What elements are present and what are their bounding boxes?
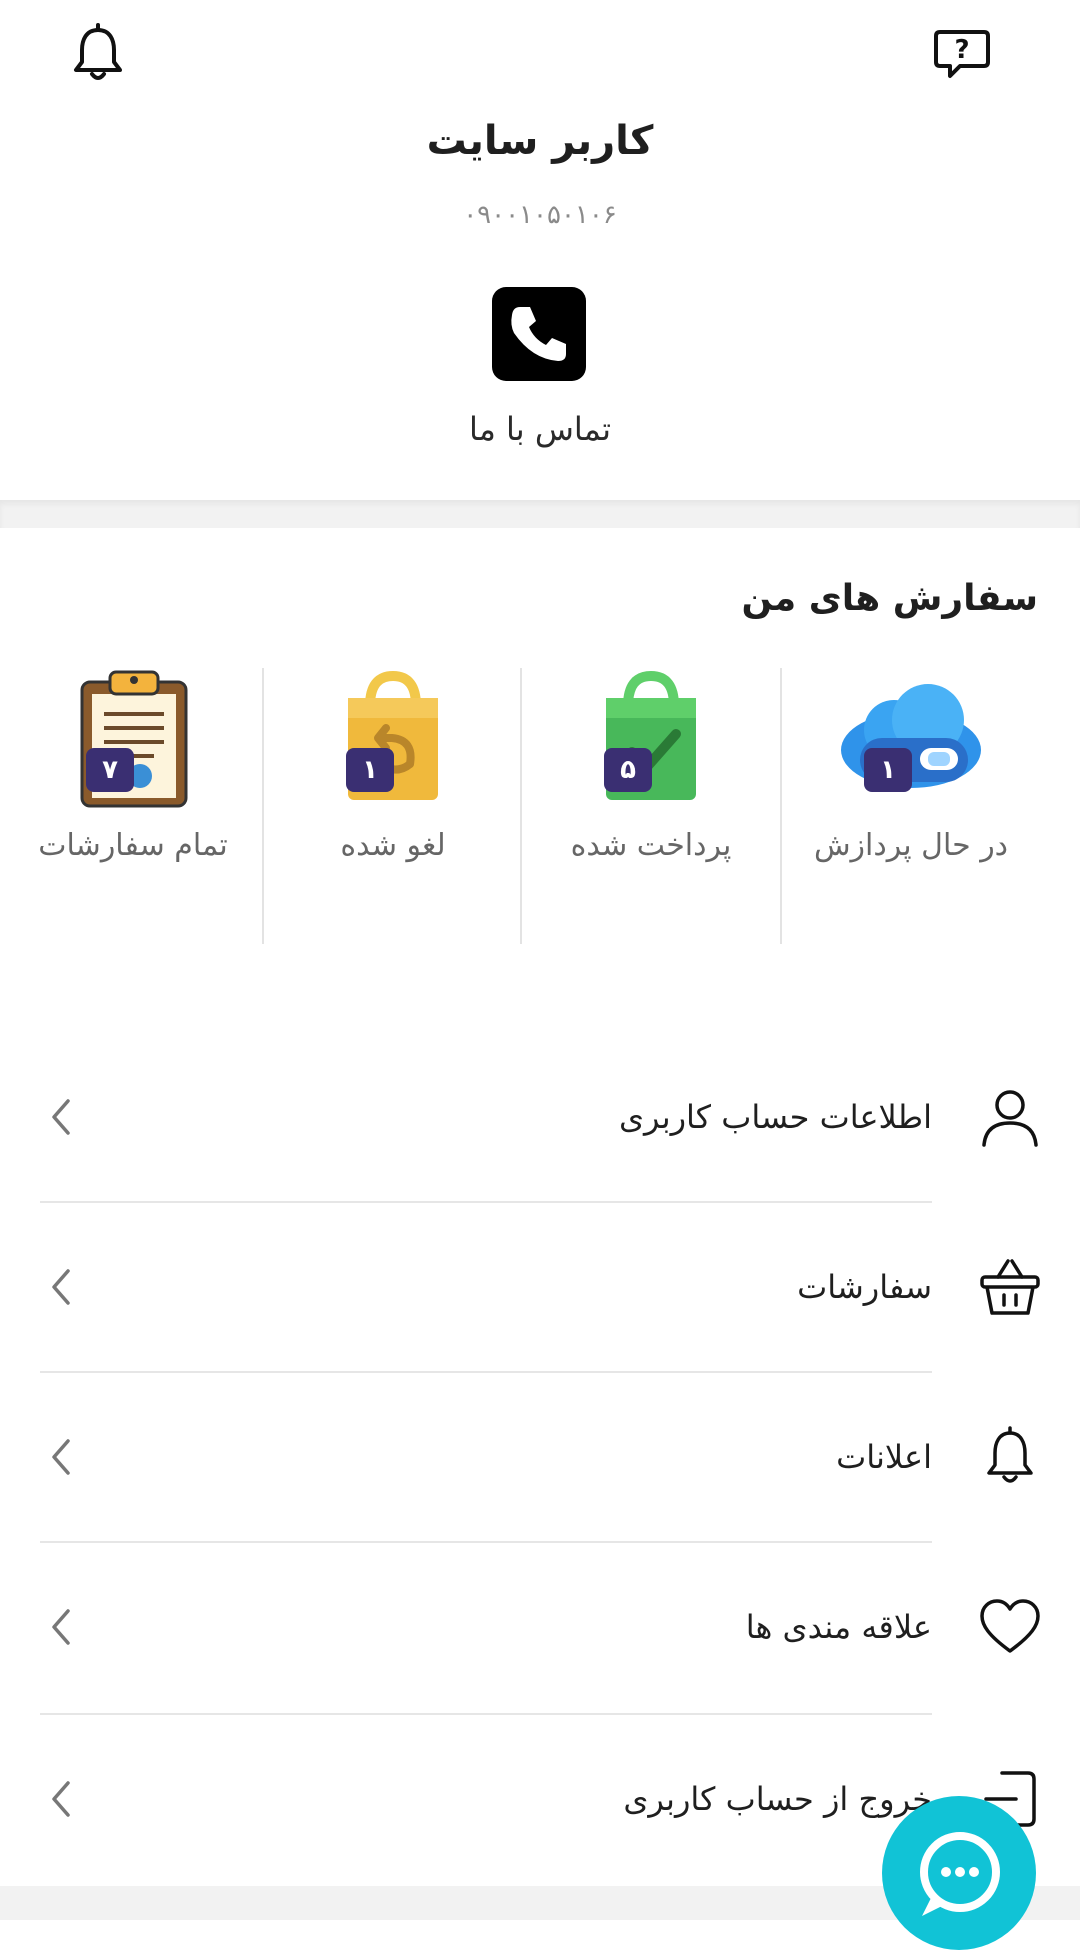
- basket-icon: [980, 1259, 1040, 1315]
- order-count-badge: ۱: [864, 748, 912, 792]
- order-status-canceled[interactable]: ۱ لغو شده: [264, 668, 522, 944]
- chevron-left-icon: [52, 1609, 70, 1645]
- chevron-left-icon: [52, 1269, 70, 1305]
- help-button[interactable]: ?: [930, 22, 994, 86]
- svg-text:?: ?: [954, 35, 969, 65]
- chevron-left-icon: [52, 1439, 70, 1475]
- order-status-all[interactable]: ۷ تمام سفارشات: [4, 668, 262, 944]
- user-icon: [982, 1090, 1038, 1147]
- order-separator: [262, 668, 264, 944]
- profile-phone: ۰۹۰۰۱۰۵۰۱۰۶: [463, 200, 617, 230]
- contact-us-button[interactable]: [492, 287, 586, 381]
- section-divider: [0, 500, 1080, 528]
- menu-item-favorites[interactable]: علاقه مندی ها: [0, 1542, 1080, 1712]
- chevron-left-icon: [52, 1781, 70, 1817]
- order-status-label: در حال پردازش: [813, 828, 1009, 863]
- order-count-badge: ۷: [86, 748, 134, 792]
- heart-icon: [980, 1599, 1040, 1653]
- order-status-paid[interactable]: ۵ پرداخت شده: [522, 668, 780, 944]
- order-separator: [780, 668, 782, 944]
- order-count-badge: ۱: [346, 748, 394, 792]
- chat-support-button[interactable]: [882, 1796, 1036, 1950]
- bell-icon: [74, 23, 122, 80]
- bell-icon: [987, 1426, 1033, 1483]
- menu-item-label: سفارشات: [797, 1268, 932, 1306]
- menu-item-notifications[interactable]: اعلانات: [0, 1372, 1080, 1542]
- menu-item-account-info[interactable]: اطلاعات حساب کاربری: [0, 1032, 1080, 1202]
- menu-item-label: اعلانات: [836, 1438, 932, 1476]
- chat-bubble-icon: [920, 1832, 1000, 1916]
- contact-us-label[interactable]: تماس با ما: [0, 410, 1080, 448]
- menu-item-orders[interactable]: سفارشات: [0, 1202, 1080, 1372]
- chevron-left-icon: [52, 1099, 70, 1135]
- order-status-label: پرداخت شده: [570, 828, 732, 863]
- menu-item-label: اطلاعات حساب کاربری: [618, 1098, 932, 1136]
- order-status-label: لغو شده: [340, 828, 446, 863]
- menu-item-label: علاقه مندی ها: [745, 1608, 932, 1646]
- help-chat-icon: ?: [934, 30, 990, 78]
- order-status-processing[interactable]: ۱ در حال پردازش: [782, 668, 1040, 944]
- profile-name: کاربر سایت: [426, 118, 654, 164]
- phone-icon: [511, 307, 566, 361]
- notifications-button[interactable]: [66, 22, 130, 86]
- order-status-label: تمام سفارشات: [38, 828, 228, 863]
- order-count-badge: ۵: [604, 748, 652, 792]
- orders-section-title: سفارش های من: [741, 578, 1038, 619]
